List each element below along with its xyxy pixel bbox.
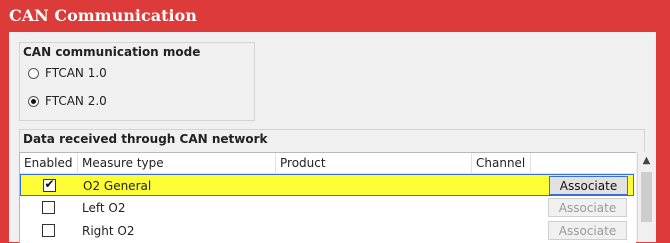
measure-type-cell: Right O2 — [82, 224, 135, 238]
column-header-action — [531, 153, 636, 173]
table-row[interactable]: Left O2 Associate — [20, 197, 634, 219]
column-header-enabled[interactable]: Enabled — [20, 153, 78, 173]
can-mode-group: CAN communication mode FTCAN 1.0 FTCAN 2… — [19, 42, 255, 121]
can-mode-group-title: CAN communication mode — [23, 45, 201, 59]
enabled-checkbox[interactable] — [42, 224, 55, 237]
radio-ftcan-1[interactable]: FTCAN 1.0 — [28, 65, 228, 83]
table-row[interactable]: ✔ O2 General Associate — [20, 174, 634, 196]
table-header: Enabled Measure type Product Channel — [20, 153, 636, 174]
radio-ftcan-2[interactable]: FTCAN 2.0 — [28, 93, 228, 111]
vertical-scrollbar[interactable]: ▲ — [637, 152, 655, 242]
associate-button[interactable]: Associate — [549, 176, 628, 195]
check-icon: ✔ — [44, 177, 55, 191]
associate-button[interactable]: Associate — [548, 221, 627, 240]
column-header-product[interactable]: Product — [276, 153, 472, 173]
radio-button-icon[interactable] — [28, 68, 39, 79]
enabled-checkbox[interactable]: ✔ — [43, 177, 56, 192]
chevron-up-icon[interactable]: ▲ — [638, 152, 655, 170]
measure-type-cell: Left O2 — [82, 201, 126, 215]
radio-label: FTCAN 2.0 — [45, 94, 107, 108]
table-row[interactable]: Right O2 Associate — [20, 220, 634, 242]
window-title: CAN Communication — [9, 6, 197, 25]
title-bar: CAN Communication — [0, 0, 670, 32]
scrollbar-thumb[interactable] — [641, 172, 652, 222]
enabled-checkbox[interactable] — [42, 201, 55, 214]
main-panel: CAN communication mode FTCAN 1.0 FTCAN 2… — [9, 32, 656, 243]
measures-table: Enabled Measure type Product Channel ✔ O… — [19, 152, 636, 243]
can-data-group-title: Data received through CAN network — [23, 132, 268, 146]
measure-type-cell: O2 General — [83, 179, 152, 193]
column-header-measure-type[interactable]: Measure type — [78, 153, 276, 173]
radio-button-checked-icon[interactable] — [28, 96, 39, 107]
column-header-channel[interactable]: Channel — [472, 153, 531, 173]
radio-label: FTCAN 1.0 — [45, 66, 107, 80]
associate-button[interactable]: Associate — [548, 198, 627, 217]
